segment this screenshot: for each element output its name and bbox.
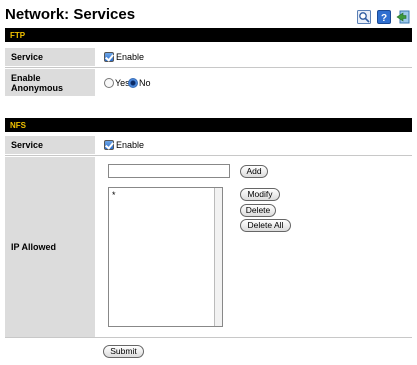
list-scrollbar[interactable]: [214, 188, 222, 326]
zoom-icon[interactable]: [357, 10, 371, 24]
nfs-ip-allowed-label: IP Allowed: [5, 157, 95, 337]
nfs-service-enable-label: Enable: [116, 140, 145, 150]
delete-button[interactable]: Delete: [240, 204, 276, 217]
ftp-row-divider: [5, 67, 412, 68]
ftp-section-header: FTP: [5, 28, 412, 42]
ftp-anonymous-yes-radio[interactable]: [104, 78, 114, 88]
list-item[interactable]: *: [112, 190, 116, 200]
ftp-anonymous-label-line2: Anonymous: [11, 82, 64, 93]
nfs-service-enable-checkbox[interactable]: [104, 140, 114, 150]
delete-all-button[interactable]: Delete All: [240, 219, 291, 232]
ftp-anonymous-no-label: No: [139, 78, 151, 88]
ftp-anonymous-label: Enable Anonymous: [5, 69, 95, 96]
ftp-service-enable-checkbox[interactable]: [104, 52, 114, 62]
ftp-service-label: Service: [5, 48, 95, 66]
modify-button[interactable]: Modify: [240, 188, 280, 201]
ip-allowed-list[interactable]: *: [108, 187, 223, 327]
page-title: Network: Services: [5, 6, 136, 23]
nfs-bottom-divider: [5, 337, 412, 338]
help-icon[interactable]: ?: [377, 10, 391, 24]
ftp-anonymous-no-radio[interactable]: [128, 78, 138, 88]
nfs-row-divider: [5, 155, 412, 156]
add-button[interactable]: Add: [240, 165, 268, 178]
ftp-service-enable-label: Enable: [116, 52, 145, 62]
nfs-section-header: NFS: [5, 118, 412, 132]
svg-text:?: ?: [381, 13, 387, 24]
nfs-service-label: Service: [5, 136, 95, 154]
exit-icon[interactable]: [396, 10, 410, 24]
submit-button[interactable]: Submit: [103, 345, 144, 358]
ip-address-input[interactable]: [108, 164, 230, 178]
ftp-anonymous-label-line1: Enable: [11, 72, 41, 83]
